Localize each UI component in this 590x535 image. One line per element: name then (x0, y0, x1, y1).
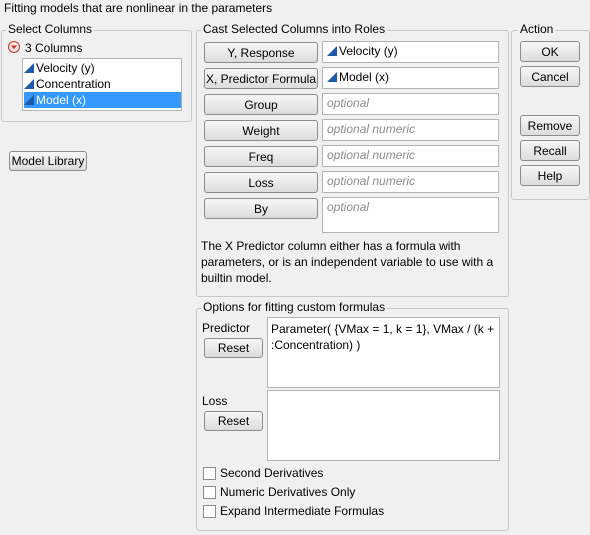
loss-field[interactable]: optional numeric (322, 171, 499, 193)
recall-button[interactable]: Recall (520, 140, 580, 161)
predictor-label: Predictor (202, 321, 251, 335)
cancel-button[interactable]: Cancel (520, 66, 580, 87)
loss-formula-editor[interactable] (267, 390, 500, 461)
weight-field[interactable]: optional numeric (322, 119, 499, 141)
loss-button[interactable]: Loss (204, 172, 318, 193)
continuous-column-icon (24, 63, 34, 73)
continuous-column-icon (327, 72, 337, 82)
y-response-button[interactable]: Y, Response (204, 42, 318, 63)
disclosure-icon[interactable] (8, 41, 22, 55)
model-library-button[interactable]: Model Library (9, 151, 87, 171)
column-item-concentration[interactable]: Concentration (24, 76, 181, 92)
column-label: Model (x) (36, 93, 87, 107)
x-predictor-field[interactable]: Model (x) (322, 67, 499, 89)
numeric-derivatives-label: Numeric Derivatives Only (220, 485, 356, 499)
options-title: Options for fitting custom formulas (201, 300, 388, 314)
numeric-derivatives-checkbox[interactable] (203, 486, 216, 499)
continuous-column-icon (327, 46, 337, 56)
column-label: Velocity (y) (36, 61, 95, 75)
ok-button[interactable]: OK (520, 41, 580, 62)
expand-formulas-label: Expand Intermediate Formulas (220, 504, 385, 518)
continuous-column-icon (24, 95, 34, 105)
loss-formula-label: Loss (202, 394, 228, 408)
group-field[interactable]: optional (322, 93, 499, 115)
group-button[interactable]: Group (204, 94, 318, 115)
loss-reset-button[interactable]: Reset (204, 411, 263, 431)
select-columns-title: Select Columns (6, 22, 95, 36)
column-list[interactable]: Velocity (y) Concentration Model (x) (22, 58, 182, 111)
column-label: Concentration (36, 77, 111, 91)
by-field[interactable]: optional (322, 197, 499, 233)
continuous-column-icon (24, 79, 34, 89)
help-button[interactable]: Help (520, 165, 580, 186)
remove-button[interactable]: Remove (520, 115, 580, 136)
column-count: 3 Columns (25, 41, 83, 55)
column-item-velocity[interactable]: Velocity (y) (24, 60, 181, 76)
freq-button[interactable]: Freq (204, 146, 318, 167)
predictor-formula-editor[interactable]: Parameter( {VMax = 1, k = 1}, VMax / (k … (267, 317, 500, 388)
roles-title: Cast Selected Columns into Roles (201, 22, 388, 36)
action-title: Action (518, 22, 556, 36)
second-derivatives-label: Second Derivatives (220, 466, 324, 480)
roles-note: The X Predictor column either has a form… (201, 239, 494, 285)
weight-button[interactable]: Weight (204, 120, 318, 141)
x-predictor-formula-button[interactable]: X, Predictor Formula (204, 68, 318, 89)
freq-field[interactable]: optional numeric (322, 145, 499, 167)
predictor-reset-button[interactable]: Reset (204, 338, 263, 358)
expand-formulas-checkbox[interactable] (203, 505, 216, 518)
x-predictor-value: Model (x) (339, 70, 390, 84)
y-response-value: Velocity (y) (339, 44, 398, 58)
window-title: Fitting models that are nonlinear in the… (4, 1, 273, 15)
y-response-field[interactable]: Velocity (y) (322, 41, 499, 63)
column-item-model[interactable]: Model (x) (24, 92, 181, 108)
by-button[interactable]: By (204, 198, 318, 219)
second-derivatives-checkbox[interactable] (203, 467, 216, 480)
